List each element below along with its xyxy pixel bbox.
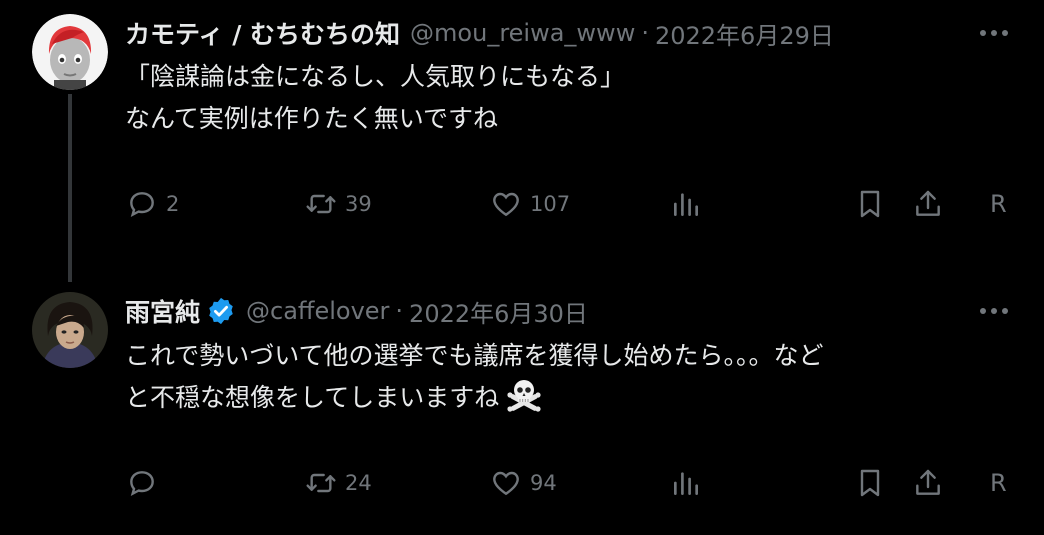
tweet-text-line: これで勢いづいて他の選挙でも議席を獲得し始めたら。。。など (125, 341, 824, 370)
bookmark-button[interactable] (854, 459, 886, 507)
reply-button[interactable]: 2 (126, 180, 179, 228)
share-button[interactable] (912, 459, 944, 507)
tweet-text: これで勢いづいて他の選挙でも議席を獲得し始めたら。。。など と不穏な想像をしてし… (125, 335, 824, 419)
like-icon (493, 192, 519, 217)
author-handle[interactable]: @mou_reiwa_www (410, 19, 635, 47)
tweet-1[interactable]: カモティ / むちむちの知 @mou_reiwa_www · 2022年6月29… (0, 0, 1044, 282)
tweet-text-segment: と不穏な想像をしてしまいますね (125, 383, 500, 412)
tweet-date[interactable]: 2022年6月29日 (655, 16, 834, 51)
reply-count: 2 (166, 192, 180, 216)
like-count: 94 (530, 471, 557, 495)
tweet-2[interactable]: 雨宮純 @caffelover · 2022年6月30日 これで勢いづいて他の選… (0, 270, 1044, 535)
share-icon (916, 469, 940, 495)
tweet-header: 雨宮純 @caffelover · 2022年6月30日 (125, 291, 588, 331)
retweet-count: 24 (345, 471, 372, 495)
tweet-text-line: と不穏な想像をしてしまいますね (125, 377, 824, 419)
action-bar: 24 94 R (0, 459, 1044, 507)
reply-icon (130, 192, 154, 218)
more-options-button[interactable] (974, 291, 1014, 331)
avatar-kamoty[interactable] (32, 14, 108, 90)
like-count: 107 (530, 192, 571, 216)
tweet-text-line: 「陰謀論は金になるし、人気取りにもなる」 (125, 62, 626, 91)
bookmark-button[interactable] (854, 180, 886, 228)
views-icon (674, 193, 698, 216)
extra-action-label[interactable]: R (990, 459, 1007, 507)
share-button[interactable] (912, 180, 944, 228)
bookmark-icon (860, 469, 880, 497)
action-bar: 2 39 107 R (0, 180, 1044, 228)
tweet-text: 「陰謀論は金になるし、人気取りにもなる」 なんて実例は作りたく無いですね (125, 56, 625, 140)
share-icon (916, 190, 940, 216)
retweet-button[interactable]: 24 (305, 459, 372, 507)
author-name[interactable]: カモティ / むちむちの知 (125, 15, 400, 51)
author-handle[interactable]: @caffelover (246, 297, 389, 325)
more-icon (980, 30, 1008, 36)
views-icon (674, 472, 698, 495)
separator-dot: · (395, 297, 404, 325)
verified-badge-icon (209, 297, 233, 325)
more-options-button[interactable] (974, 13, 1014, 53)
views-button[interactable] (670, 180, 702, 228)
more-icon (980, 308, 1008, 314)
reply-button[interactable] (126, 459, 166, 507)
extra-action-label[interactable]: R (990, 180, 1007, 228)
skull-crossbones-emoji (507, 380, 541, 412)
separator-dot: · (641, 19, 649, 47)
reply-icon (130, 471, 154, 497)
tweet-header: カモティ / むちむちの知 @mou_reiwa_www · 2022年6月29… (125, 13, 834, 53)
tweet-text-line: なんて実例は作りたく無いですね (125, 104, 499, 133)
bookmark-icon (860, 190, 880, 218)
avatar-amamiya[interactable] (32, 292, 108, 368)
like-button[interactable]: 94 (490, 459, 557, 507)
author-name[interactable]: 雨宮純 (125, 293, 200, 329)
tweet-date[interactable]: 2022年6月30日 (409, 294, 588, 329)
retweet-button[interactable]: 39 (305, 180, 372, 228)
retweet-count: 39 (345, 192, 372, 216)
retweet-icon (306, 473, 336, 493)
like-icon (493, 471, 519, 496)
retweet-icon (306, 194, 336, 214)
like-button[interactable]: 107 (490, 180, 570, 228)
views-button[interactable] (670, 459, 702, 507)
